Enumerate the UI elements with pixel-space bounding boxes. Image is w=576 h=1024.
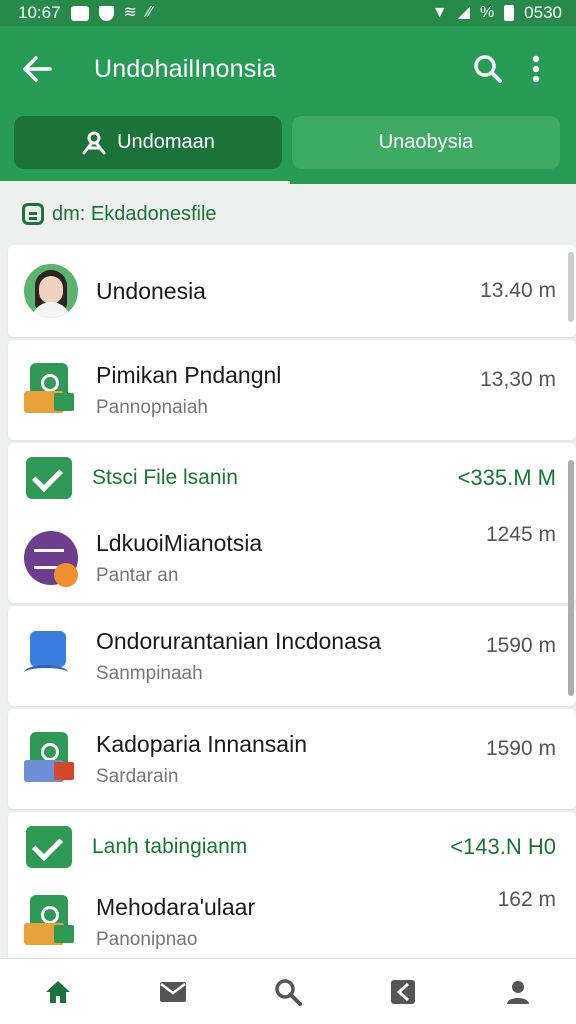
list-item[interactable]: Kadoparia Innansain Sardarain 1590 m bbox=[8, 709, 576, 809]
arrow-left-icon bbox=[23, 56, 52, 82]
nav-home[interactable] bbox=[28, 967, 88, 1017]
item-size: 1590 m bbox=[485, 737, 556, 760]
list-group: Lanh tabingianm <143.N H0 Mehodara'ulaar… bbox=[8, 812, 576, 962]
tab-label: Undomaan bbox=[117, 131, 215, 153]
back-button[interactable] bbox=[22, 49, 62, 89]
list-item[interactable]: LdkuoiMianotsia Pantar an 1245 m bbox=[8, 513, 576, 603]
group-name: Lanh tabingianm bbox=[92, 835, 248, 858]
avatar bbox=[24, 264, 78, 318]
item-subtitle: Pantar an bbox=[96, 564, 179, 586]
section-header: dm: Ekdadonesfile bbox=[0, 184, 576, 244]
item-subtitle: Sardarain bbox=[96, 765, 179, 787]
item-name: Ondorurantanian Incdonasa bbox=[96, 627, 382, 654]
item-subtitle: Sanmpinaah bbox=[96, 662, 203, 684]
item-size: 162 m bbox=[497, 888, 556, 911]
wifi-strength-icon: ▼ bbox=[431, 4, 448, 21]
group-name: Stsci File lsanin bbox=[92, 466, 238, 489]
search-icon bbox=[275, 978, 302, 1006]
app-icon bbox=[24, 732, 78, 786]
app-bar: UndohailInonsia bbox=[0, 26, 576, 112]
item-name: Undonesia bbox=[96, 277, 206, 304]
tab-undomaan[interactable]: Undomaan bbox=[14, 116, 282, 169]
signal-off-icon: ⁄⁄ bbox=[146, 4, 153, 21]
share-icon bbox=[391, 979, 416, 1004]
nav-mail[interactable] bbox=[143, 967, 203, 1017]
app-icon bbox=[24, 531, 78, 587]
file-list: Undonesia 13.40 m Pimikan Pndangnl Panno… bbox=[8, 245, 576, 965]
more-options-button[interactable] bbox=[512, 45, 560, 93]
status-right-text: 0530 bbox=[524, 3, 562, 22]
mail-icon bbox=[159, 981, 186, 1002]
mail-notification-icon bbox=[70, 5, 89, 21]
group-size: <143.N H0 bbox=[450, 834, 556, 859]
app-icon bbox=[24, 895, 78, 949]
item-subtitle: Panonipnao bbox=[96, 928, 198, 950]
item-name: Pimikan Pndangnl bbox=[96, 361, 282, 388]
item-name: LdkuoiMianotsia bbox=[96, 529, 263, 556]
app-icon bbox=[24, 629, 78, 683]
search-button[interactable] bbox=[464, 45, 512, 93]
item-size: 13.40 m bbox=[480, 279, 556, 302]
bottom-navigation bbox=[0, 958, 576, 1024]
nav-share[interactable] bbox=[373, 967, 433, 1017]
item-size: 1245 m bbox=[485, 523, 556, 546]
status-time: 10:67 bbox=[18, 3, 61, 22]
shield-notification-icon bbox=[98, 5, 114, 21]
more-vert-icon bbox=[532, 55, 540, 83]
scrollbar-thumb[interactable] bbox=[568, 460, 574, 696]
check-icon bbox=[26, 457, 72, 499]
item-size: 13,30 m bbox=[480, 368, 556, 391]
group-header[interactable]: Lanh tabingianm <143.N H0 bbox=[8, 812, 576, 882]
check-icon bbox=[26, 826, 72, 868]
app-icon bbox=[24, 363, 78, 417]
page-title: UndohailInonsia bbox=[94, 54, 277, 83]
item-size: 1590 m bbox=[485, 634, 556, 657]
tab-unaobysia[interactable]: Unaobysia bbox=[292, 116, 560, 169]
nav-profile[interactable] bbox=[488, 967, 548, 1017]
item-name: Kadoparia Innansain bbox=[96, 730, 307, 757]
scrollbar-track[interactable] bbox=[568, 252, 574, 322]
group-size: <335.M M bbox=[457, 465, 556, 490]
wifi-icon: ≋ bbox=[123, 4, 137, 21]
tab-bar: Undomaan Unaobysia bbox=[0, 112, 576, 184]
battery-icon bbox=[504, 5, 515, 21]
nav-search[interactable] bbox=[258, 967, 318, 1017]
tab-label: Unaobysia bbox=[378, 131, 474, 153]
item-subtitle: Pannopnaiah bbox=[96, 396, 208, 418]
section-label: dm: Ekdadonesfile bbox=[52, 202, 217, 225]
home-icon bbox=[45, 980, 70, 1003]
list-item[interactable]: Undonesia 13.40 m bbox=[8, 245, 576, 337]
status-bar: 10:67 ≋ ⁄⁄ ▼ ◢ % 0530 bbox=[0, 0, 576, 26]
item-name: Mehodara'ulaar bbox=[96, 893, 256, 920]
list-group: Stsci File lsanin <335.M M LdkuoiMianots… bbox=[8, 443, 576, 603]
people-icon bbox=[82, 131, 106, 154]
group-header[interactable]: Stsci File lsanin <335.M M bbox=[8, 443, 576, 513]
battery-percent-icon: % bbox=[479, 4, 495, 21]
document-icon bbox=[22, 203, 44, 225]
list-item[interactable]: Mehodara'ulaar Panonipnao 162 m bbox=[8, 882, 576, 962]
cell-signal-icon: ◢ bbox=[457, 4, 470, 21]
search-icon bbox=[474, 55, 502, 83]
list-item[interactable]: Ondorurantanian Incdonasa Sanmpinaah 159… bbox=[8, 606, 576, 706]
person-icon bbox=[507, 980, 530, 1004]
list-item[interactable]: Pimikan Pndangnl Pannopnaiah 13,30 m bbox=[8, 340, 576, 440]
active-tab-indicator bbox=[0, 181, 290, 184]
